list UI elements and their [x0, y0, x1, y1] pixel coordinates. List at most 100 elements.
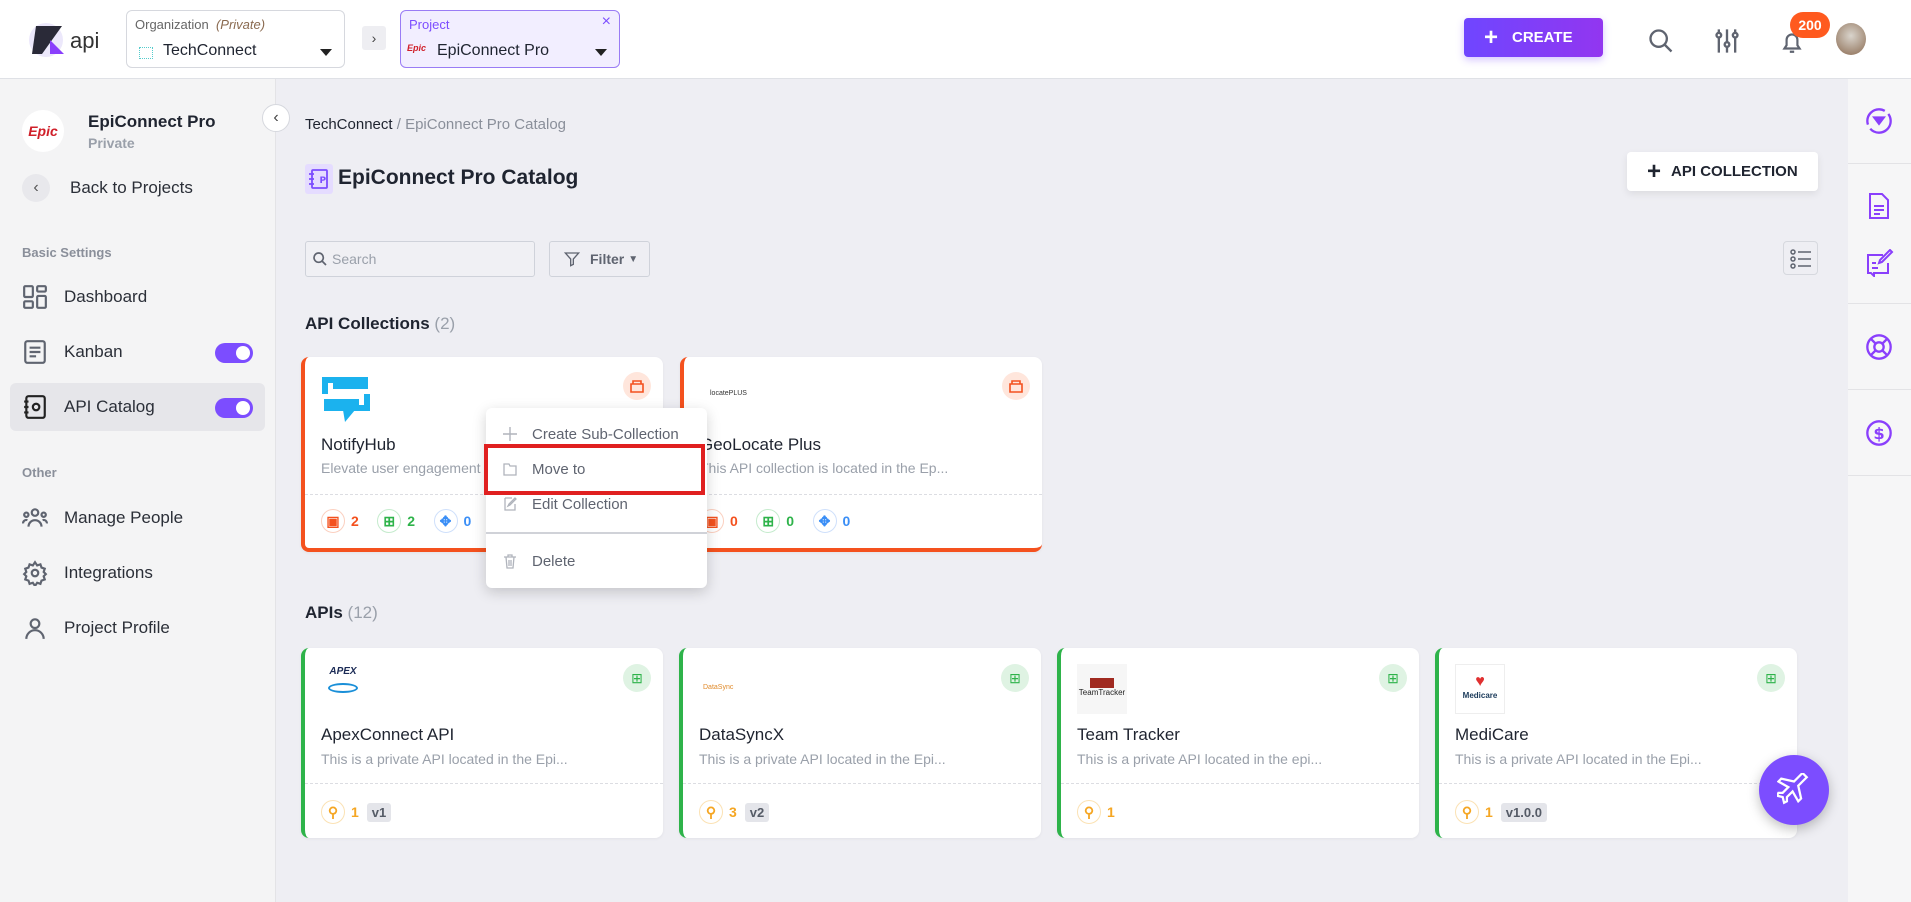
zapi-logo[interactable]: api [28, 16, 108, 60]
api-desc: This is a private API located in the Epi… [1455, 751, 1702, 767]
caret-down-icon [320, 49, 332, 56]
context-menu: Create Sub-Collection Move to Edit Colle… [486, 408, 707, 588]
collection-name: GeoLocate Plus [700, 435, 821, 454]
endpoint-icon: ⚲ [1077, 800, 1101, 824]
collection-count-icon: ▣ [321, 509, 345, 533]
list-view-button[interactable] [1783, 241, 1818, 275]
catalog-icon [24, 395, 46, 419]
organization-label: Organization [135, 17, 209, 32]
endpoint-icon: ⚲ [1455, 800, 1479, 824]
create-button[interactable]: + CREATE [1464, 18, 1603, 57]
section-other: Other [22, 465, 57, 480]
airplane-icon [1777, 773, 1809, 805]
sidebar-item-manage-people[interactable]: Manage People [10, 494, 265, 542]
collection-icon [623, 372, 651, 400]
project-visibility: Private [88, 135, 135, 151]
menu-item-delete[interactable]: Delete [486, 544, 707, 578]
plus-icon [503, 427, 517, 441]
edit-note-icon[interactable] [1865, 249, 1895, 277]
breadcrumb: TechConnect / EpiConnect Pro Catalog [305, 116, 567, 133]
sidebar-item-project-profile[interactable]: Project Profile [10, 604, 265, 652]
api-chip-icon: ⊞ [623, 664, 651, 692]
datasyncx-logo: DataSync [703, 684, 734, 691]
project-value: EpiConnect Pro [437, 42, 550, 59]
breadcrumb-current: EpiConnect Pro Catalog [405, 116, 567, 133]
sidebar-item-kanban[interactable]: Kanban [10, 328, 265, 376]
sidebar-item-integrations[interactable]: Integrations [10, 549, 265, 597]
api-footer: ⚲ 1 [1077, 800, 1129, 824]
kanban-toggle[interactable] [215, 343, 253, 363]
team-tracker-logo: TeamTracker [1077, 664, 1127, 714]
api-chip-icon: ⊞ [1379, 664, 1407, 692]
dashboard-icon [23, 285, 47, 309]
filter-button[interactable]: Filter ▼ [549, 241, 650, 277]
trash-icon [504, 554, 516, 569]
collection-card-geolocate-plus[interactable]: locatePLUS GeoLocate Plus This API colle… [680, 357, 1042, 552]
search-icon[interactable] [1647, 27, 1675, 55]
kanban-icon [24, 340, 46, 364]
sidebar-item-dashboard[interactable]: Dashboard [10, 273, 265, 321]
endpoint-icon: ⚲ [321, 800, 345, 824]
organization-select[interactable]: Organization (Private) TechConnect [126, 10, 345, 68]
api-card-medicare[interactable]: ♥ Medicare ⊞ MediCare This is a private A… [1435, 648, 1797, 838]
lifebuoy-icon[interactable] [1865, 333, 1893, 361]
sidebar: Epic EpiConnect Pro Private ‹ Back to Pr… [0, 79, 276, 902]
api-name: Team Tracker [1077, 725, 1180, 744]
search-input[interactable]: Search [305, 241, 535, 277]
api-desc: This is a private API located in the Epi… [321, 751, 568, 767]
plus-icon: + [1647, 157, 1662, 185]
chevron-right-icon[interactable]: › [362, 26, 386, 50]
close-icon[interactable]: × [602, 13, 611, 31]
sliders-icon[interactable] [1713, 27, 1741, 55]
project-logo: Epic [407, 43, 427, 53]
api-card-apexconnect[interactable]: APEX ⊞ ApexConnect API This is a private… [301, 648, 663, 838]
collapse-sidebar-button[interactable]: ‹ [262, 104, 290, 132]
api-footer: ⚲ 3 v2 [699, 800, 770, 824]
organization-value: TechConnect [163, 42, 257, 59]
organization-logo [139, 47, 153, 59]
api-name: DataSyncX [699, 725, 785, 744]
svg-text:P: P [320, 176, 327, 186]
plus-icon: + [1484, 23, 1499, 51]
api-catalog-toggle[interactable] [215, 398, 253, 418]
sidebar-item-api-catalog[interactable]: API Catalog [10, 383, 265, 431]
api-chip-icon: ⊞ [756, 509, 781, 533]
floating-action-button[interactable] [1759, 755, 1829, 825]
caret-down-icon [595, 49, 607, 56]
section-basic-settings: Basic Settings [22, 245, 112, 260]
svg-text:$: $ [1873, 424, 1884, 443]
search-placeholder: Search [332, 251, 377, 267]
search-icon [313, 252, 327, 266]
highlight-box [484, 444, 705, 495]
people-icon [22, 508, 48, 527]
medicare-logo: ♥ Medicare [1455, 664, 1505, 714]
api-card-datasyncx[interactable]: DataSync ⊞ DataSyncX This is a private A… [679, 648, 1041, 838]
dollar-icon[interactable]: $ [1865, 419, 1893, 447]
api-desc: This is a private API located in the Epi… [699, 751, 946, 767]
geolocate-logo: locatePLUS [710, 390, 747, 397]
collection-counts: ▣ 2 ⊞ 2 ✥ 0 [321, 509, 485, 533]
endpoint-icon: ⚲ [699, 800, 723, 824]
add-api-collection-button[interactable]: + API COLLECTION [1627, 152, 1818, 191]
apis-heading: APIs (12) [305, 603, 378, 622]
edit-icon [504, 497, 517, 511]
avatar[interactable] [1836, 23, 1866, 55]
collection-icon [1002, 372, 1030, 400]
project-select[interactable]: Project × Epic EpiConnect Pro [400, 10, 620, 68]
back-to-projects-button[interactable]: ‹ Back to Projects [22, 173, 262, 203]
document-icon[interactable] [1867, 192, 1891, 220]
page-title: EpiConnect Pro Catalog [338, 166, 579, 189]
menu-divider [486, 532, 707, 534]
gear-icon [22, 560, 48, 586]
puzzle-icon: ✥ [812, 509, 837, 533]
chevron-down-icon: ▼ [628, 253, 639, 265]
project-label: Project [409, 17, 450, 32]
breadcrumb-root[interactable]: TechConnect [305, 116, 393, 133]
api-card-team-tracker[interactable]: TeamTracker ⊞ Team Tracker This is a pri… [1057, 648, 1419, 838]
api-name: MediCare [1455, 725, 1529, 744]
version-badge: v1.0.0 [1500, 802, 1547, 822]
right-rail: $ [1848, 79, 1911, 902]
api-footer: ⚲ 1 v1 [321, 800, 392, 824]
filter-icon [564, 252, 580, 267]
zapi-sync-icon[interactable] [1865, 107, 1893, 135]
